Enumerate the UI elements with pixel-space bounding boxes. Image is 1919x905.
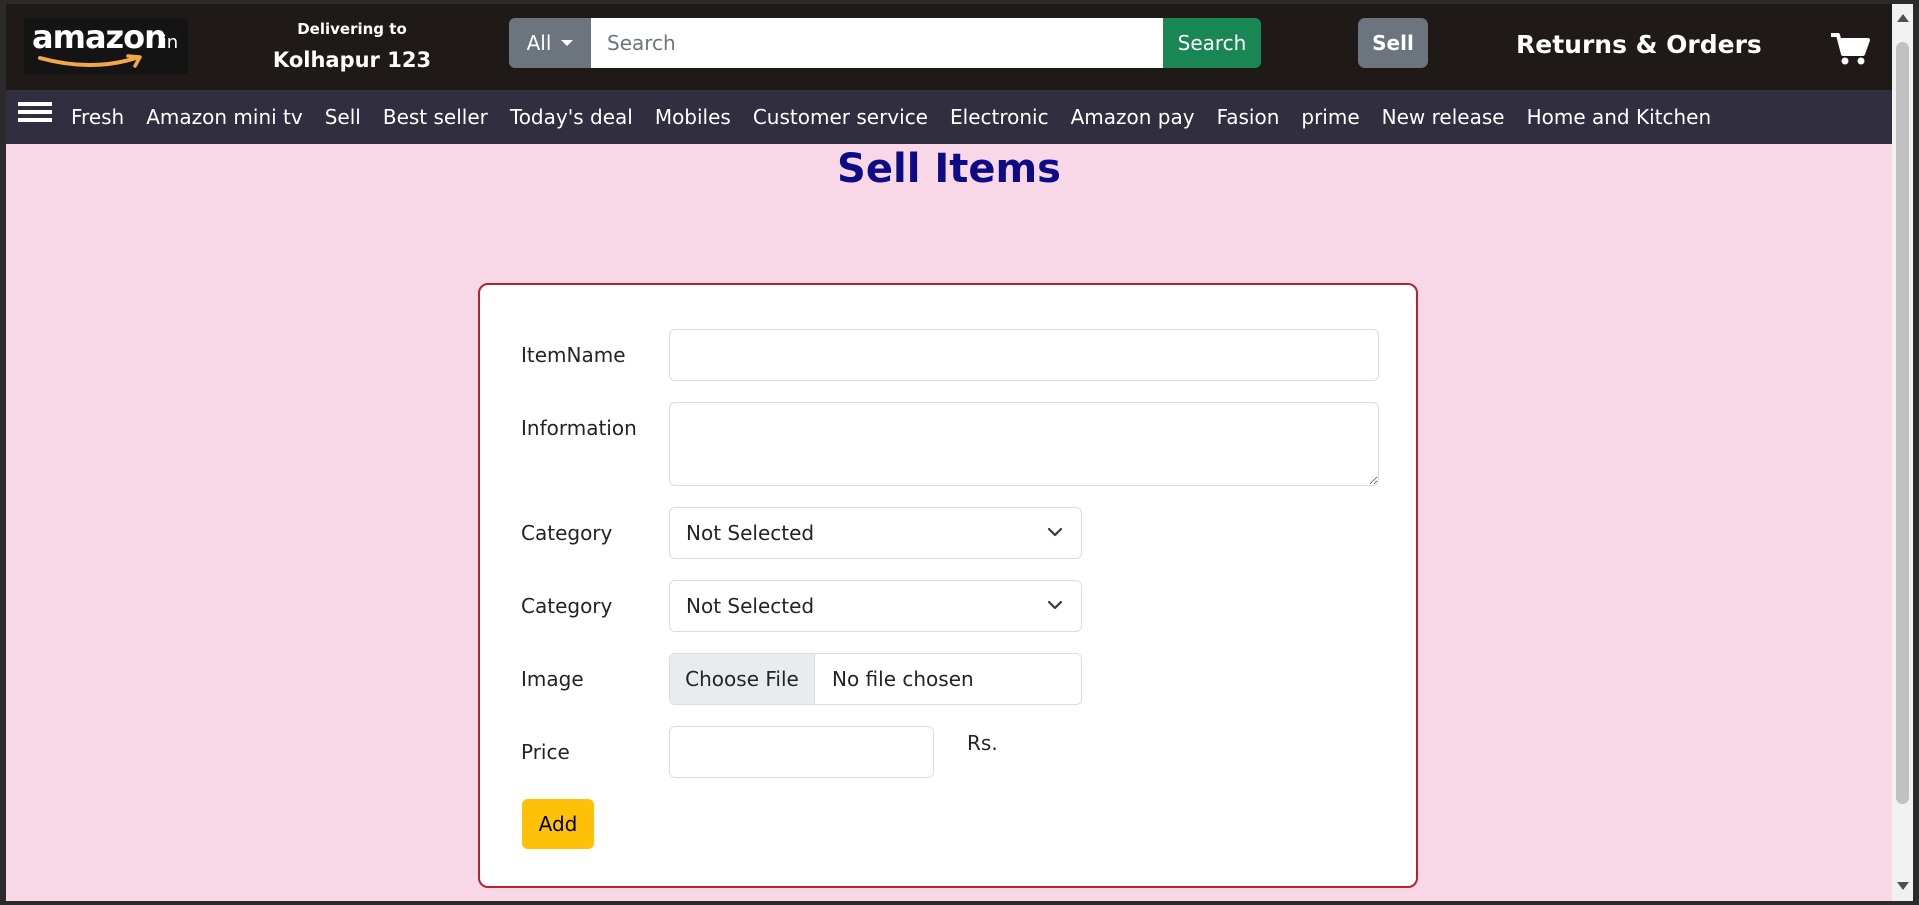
search-category-value: All <box>526 31 552 55</box>
item-name-label: ItemName <box>521 343 626 367</box>
nav-links: Fresh Amazon mini tv Sell Best seller To… <box>71 90 1733 144</box>
sell-item-form: ItemName Information Category Not Select… <box>478 283 1418 888</box>
returns-orders-link[interactable]: Returns & Orders <box>1516 30 1762 59</box>
chevron-down-icon <box>1047 527 1063 537</box>
page-title: Sell Items <box>837 146 1061 192</box>
delivery-location[interactable]: Kolhapur 123 <box>246 48 458 72</box>
caret-down-icon <box>561 40 574 46</box>
information-textarea[interactable] <box>669 402 1379 486</box>
amazon-logo[interactable]: amazon .in <box>24 18 188 74</box>
choose-file-button[interactable]: Choose File <box>670 654 815 704</box>
nav-link-amazon-mini-tv[interactable]: Amazon mini tv <box>146 105 303 129</box>
scroll-up-arrow-icon[interactable] <box>1897 14 1909 22</box>
nav-link-sell[interactable]: Sell <box>325 105 361 129</box>
item-name-input[interactable] <box>669 329 1379 381</box>
logo-wordmark: amazon <box>32 18 167 56</box>
nav-link-mobiles[interactable]: Mobiles <box>655 105 731 129</box>
image-file-input[interactable]: Choose File No file chosen <box>669 653 1082 705</box>
smile-arrow-icon <box>38 54 142 68</box>
nav-link-best-seller[interactable]: Best seller <box>383 105 488 129</box>
nav-link-fresh[interactable]: Fresh <box>71 105 124 129</box>
nav-link-electronic[interactable]: Electronic <box>950 105 1049 129</box>
nav-link-prime[interactable]: prime <box>1301 105 1359 129</box>
information-label: Information <box>521 416 637 440</box>
cart-icon[interactable] <box>1830 32 1870 70</box>
top-header: amazon .in Delivering to Kolhapur 123 Al… <box>6 4 1892 90</box>
currency-label: Rs. <box>967 731 998 755</box>
delivering-to-label: Delivering to <box>297 20 407 38</box>
price-label: Price <box>521 740 570 764</box>
scroll-down-arrow-icon[interactable] <box>1897 882 1909 890</box>
price-input[interactable] <box>669 726 934 778</box>
subcategory-select[interactable]: Not Selected <box>669 580 1082 632</box>
search-input[interactable] <box>591 18 1163 68</box>
nav-bar: Fresh Amazon mini tv Sell Best seller To… <box>6 90 1892 144</box>
category-label: Category <box>521 521 613 545</box>
category-select[interactable]: Not Selected <box>669 507 1082 559</box>
no-file-chosen-text: No file chosen <box>832 667 974 691</box>
nav-link-amazon-pay[interactable]: Amazon pay <box>1071 105 1195 129</box>
nav-link-new-release[interactable]: New release <box>1382 105 1505 129</box>
subcategory-select-value: Not Selected <box>686 594 815 618</box>
add-button[interactable]: Add <box>522 799 594 849</box>
hamburger-menu-icon[interactable] <box>18 102 52 130</box>
page-scrollbar[interactable] <box>1892 4 1913 901</box>
image-label: Image <box>521 667 584 691</box>
nav-link-home-and-kitchen[interactable]: Home and Kitchen <box>1527 105 1712 129</box>
subcategory-label: Category <box>521 594 613 618</box>
nav-link-todays-deal[interactable]: Today's deal <box>510 105 633 129</box>
category-select-value: Not Selected <box>686 521 815 545</box>
chevron-down-icon <box>1047 600 1063 610</box>
scrollbar-thumb[interactable] <box>1896 42 1909 804</box>
logo-tld: .in <box>156 32 179 53</box>
browser-viewport: amazon .in Delivering to Kolhapur 123 Al… <box>6 4 1892 901</box>
sell-button[interactable]: Sell <box>1358 18 1428 68</box>
search-category-dropdown[interactable]: All <box>509 18 591 68</box>
search-bar: All Search <box>509 18 1267 68</box>
search-button[interactable]: Search <box>1163 18 1261 68</box>
nav-link-customer-service[interactable]: Customer service <box>753 105 928 129</box>
nav-link-fasion[interactable]: Fasion <box>1217 105 1280 129</box>
